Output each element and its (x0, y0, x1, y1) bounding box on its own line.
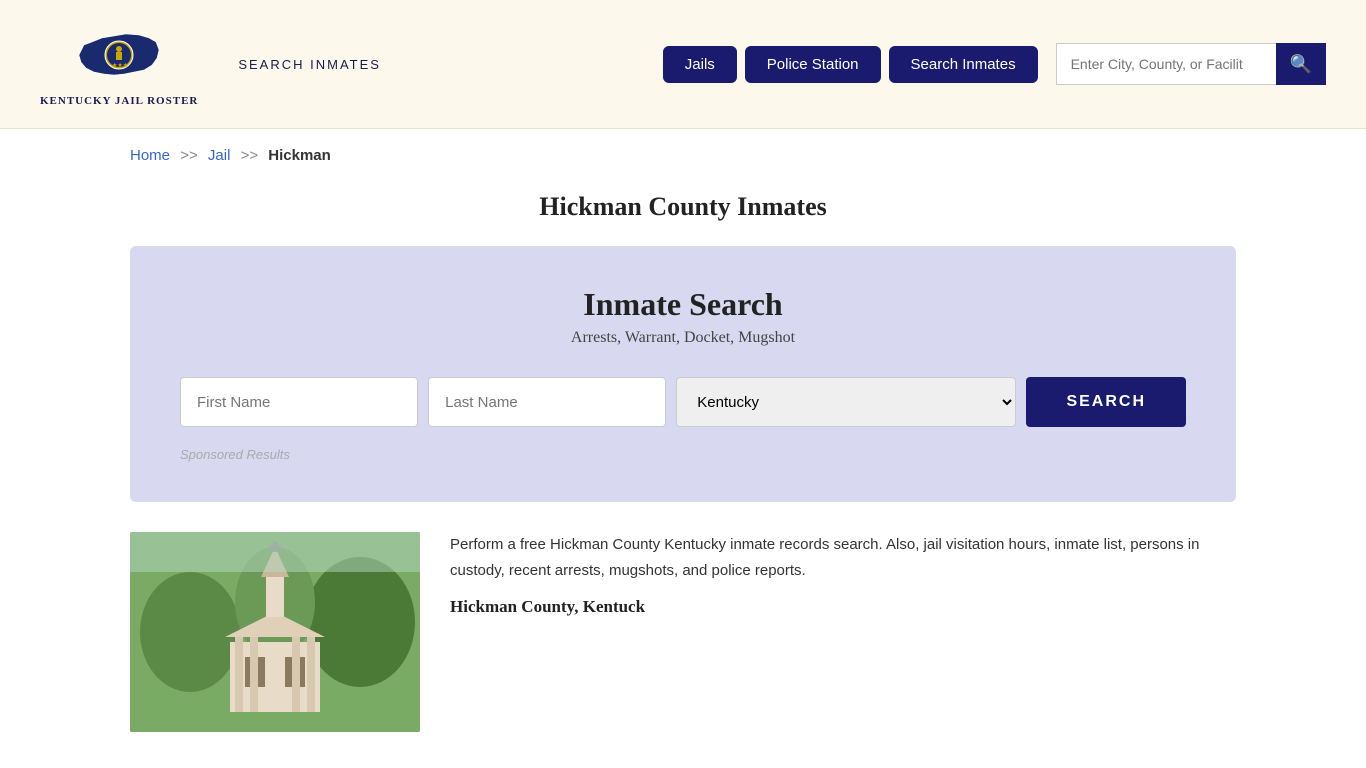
jails-button[interactable]: Jails (663, 46, 737, 83)
breadcrumb: Home >> Jail >> Hickman (0, 129, 1366, 182)
header-search-bar: 🔍 (1056, 43, 1326, 85)
search-inmates-button[interactable]: Search Inmates (889, 46, 1038, 83)
header-search-input[interactable] (1056, 43, 1276, 85)
inmate-search-subtitle: Arrests, Warrant, Docket, Mugshot (180, 329, 1186, 347)
logo-text: KENTUCKY JAIL ROSTER (40, 94, 198, 108)
page-title: Hickman County Inmates (0, 192, 1366, 222)
site-title: SEARCH INMATES (238, 57, 381, 72)
first-name-input[interactable] (180, 377, 418, 427)
sponsored-results-label: Sponsored Results (180, 447, 1186, 462)
breadcrumb-current: Hickman (268, 147, 331, 164)
breadcrumb-home-link[interactable]: Home (130, 147, 170, 164)
header-search-button[interactable]: 🔍 (1276, 43, 1326, 85)
courthouse-image (130, 532, 420, 732)
content-subheading: Hickman County, Kentuck (450, 593, 1236, 622)
breadcrumb-jail-link[interactable]: Jail (208, 147, 231, 164)
search-form: AlabamaAlaskaArizonaArkansasCaliforniaCo… (180, 377, 1186, 427)
inmate-search-box: Inmate Search Arrests, Warrant, Docket, … (130, 246, 1236, 502)
inmate-search-heading: Inmate Search (180, 286, 1186, 323)
content-text: Perform a free Hickman County Kentucky i… (450, 532, 1236, 622)
state-select[interactable]: AlabamaAlaskaArizonaArkansasCaliforniaCo… (676, 377, 1016, 427)
last-name-input[interactable] (428, 377, 666, 427)
breadcrumb-sep2: >> (241, 147, 259, 164)
svg-text:★★★: ★★★ (112, 62, 128, 69)
breadcrumb-sep1: >> (180, 147, 198, 164)
content-paragraph: Perform a free Hickman County Kentucky i… (450, 532, 1236, 583)
logo-image: ★★★ (74, 20, 164, 90)
courthouse-svg (130, 532, 420, 732)
search-icon: 🔍 (1290, 54, 1312, 74)
police-station-button[interactable]: Police Station (745, 46, 881, 83)
content-area: Perform a free Hickman County Kentucky i… (130, 532, 1236, 732)
search-button[interactable]: SEARCH (1026, 377, 1186, 427)
header: ★★★ KENTUCKY JAIL ROSTER SEARCH INMATES … (0, 0, 1366, 129)
logo-area: ★★★ KENTUCKY JAIL ROSTER (40, 20, 198, 108)
nav-bar: Jails Police Station Search Inmates 🔍 (663, 43, 1326, 85)
